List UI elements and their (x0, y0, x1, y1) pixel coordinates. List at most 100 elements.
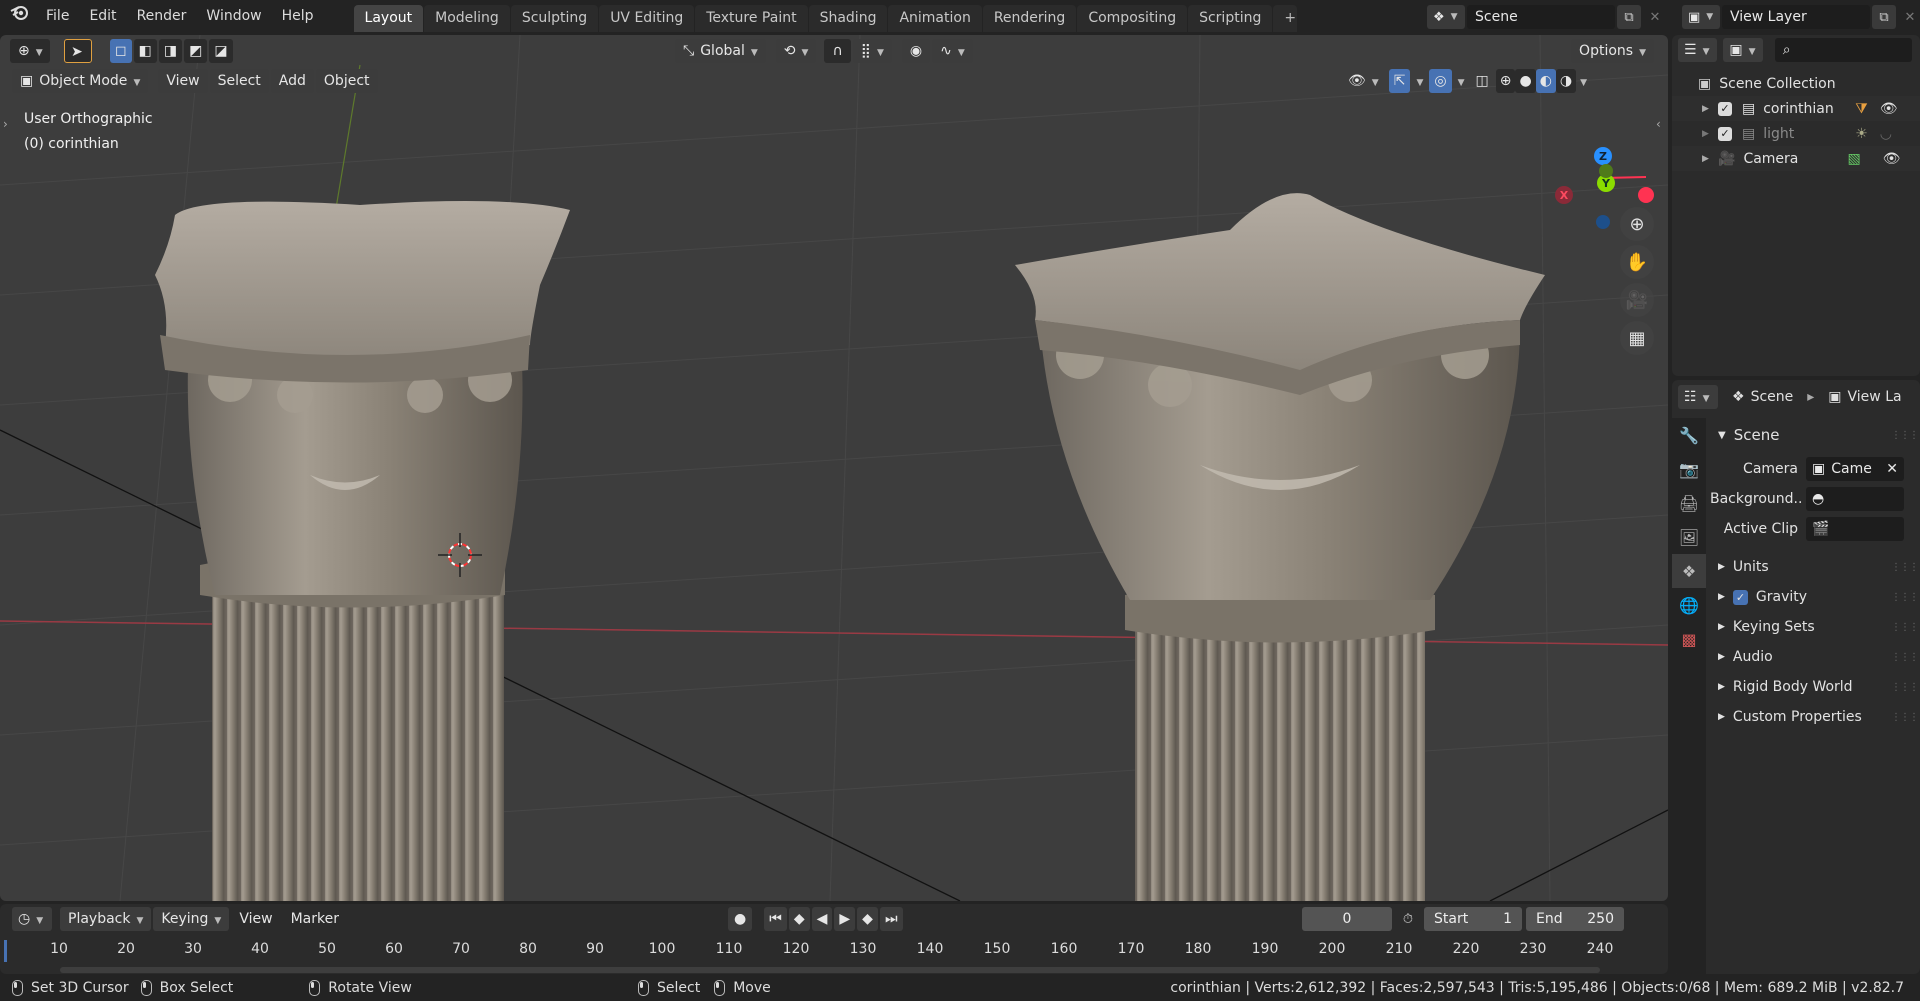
overlay-dropdown[interactable]: ▼ (1454, 69, 1469, 93)
pivot-point-dropdown[interactable]: ⟲ ▼ (775, 39, 817, 63)
menu-view[interactable]: View (158, 69, 208, 93)
outliner-editor-type-button[interactable]: ☰ ▼ (1678, 38, 1718, 62)
delete-view-layer-icon[interactable]: ✕ (1898, 5, 1920, 29)
texture-tab-icon[interactable]: ▩ (1672, 622, 1706, 656)
drag-handle-icon[interactable]: ⋮⋮⋮ (1891, 652, 1919, 663)
select-mode-extend-button[interactable]: ◧ (133, 39, 157, 63)
drag-handle-icon[interactable]: ⋮⋮⋮ (1891, 562, 1919, 573)
background-field[interactable]: ◓ (1806, 487, 1904, 511)
select-tool-button[interactable]: ➤ (64, 39, 92, 63)
drag-handle-icon[interactable]: ⋮⋮⋮ (1891, 430, 1919, 441)
output-tab-icon[interactable]: 🖨 (1672, 486, 1706, 520)
eye-icon[interactable]: 👁 (1883, 151, 1901, 167)
axis-neg-x-icon[interactable] (1638, 187, 1654, 203)
view-layer-name-field[interactable]: View Layer (1722, 5, 1870, 29)
drag-handle-icon[interactable]: ⋮⋮⋮ (1891, 682, 1919, 693)
transform-orientation-dropdown[interactable]: ⤡ Global ▼ (675, 39, 766, 63)
tab-texture-paint[interactable]: Texture Paint (695, 5, 808, 32)
exclude-checkbox[interactable]: ✓ (1718, 126, 1732, 141)
proportional-edit-toggle[interactable]: ◉ (901, 39, 931, 63)
shading-wireframe-button[interactable]: ⊕ (1495, 69, 1516, 93)
ortho-grid-icon[interactable]: ▦ (1620, 321, 1654, 355)
view-layer-tab-icon[interactable]: 🖼 (1672, 520, 1706, 554)
new-view-layer-icon[interactable]: ⧉ (1872, 5, 1896, 29)
scene-collection-row[interactable]: ▣ Scene Collection (1672, 71, 1920, 96)
outliner-item-camera[interactable]: ▶ 🎥 Camera ▧ 👁 (1672, 146, 1920, 171)
shading-rendered-button[interactable]: ◑ (1555, 69, 1577, 93)
tab-layout[interactable]: Layout (353, 5, 424, 32)
add-workspace-icon[interactable]: + (1273, 5, 1298, 32)
editor-type-button[interactable]: ⊕ ▼ (10, 39, 50, 63)
audio-panel-header[interactable]: ▶ Audio ⋮⋮⋮ (1710, 642, 1919, 672)
eye-icon[interactable]: 👁 (1880, 101, 1898, 117)
menu-render[interactable]: Render (127, 0, 197, 35)
keying-sets-panel-header[interactable]: ▶ Keying Sets ⋮⋮⋮ (1710, 612, 1919, 642)
menu-select[interactable]: Select (209, 69, 269, 93)
render-tab-icon[interactable]: 📷 (1672, 452, 1706, 486)
camera-view-icon[interactable]: 🎥 (1620, 283, 1654, 317)
scene-tab-icon[interactable]: ❖ (1672, 554, 1706, 588)
camera-field[interactable]: ▣ Came ✕ (1806, 457, 1904, 481)
falloff-dropdown[interactable]: ∿ ▼ (932, 39, 973, 63)
delete-scene-icon[interactable]: ✕ (1643, 5, 1667, 29)
clear-icon[interactable]: ✕ (1886, 461, 1898, 477)
active-clip-field[interactable]: 🎬 (1806, 517, 1904, 541)
tab-shading[interactable]: Shading (808, 5, 888, 32)
sidebar-toggle-icon[interactable]: ‹ (1656, 117, 1661, 131)
disclosure-triangle-icon[interactable]: ▶ (1702, 129, 1718, 139)
select-mode-subtract-button[interactable]: ◨ (158, 39, 183, 63)
menu-edit[interactable]: Edit (79, 0, 126, 35)
display-mode-dropdown[interactable]: ▣ ▼ (1723, 38, 1763, 62)
tab-uv-editing[interactable]: UV Editing (599, 5, 695, 32)
tool-tab-icon[interactable]: 🔧 (1672, 418, 1706, 452)
options-dropdown[interactable]: Options ▼ (1571, 39, 1654, 63)
world-tab-icon[interactable]: 🌐 (1672, 588, 1706, 622)
zoom-icon[interactable]: ⊕ (1620, 207, 1654, 241)
timeline-ruler[interactable]: 10 20 30 40 50 60 70 80 90 100 110 120 130 140 150 160 1… (0, 904, 1668, 974)
tab-compositing[interactable]: Compositing (1077, 5, 1188, 32)
breadcrumb-scene[interactable]: Scene (1751, 389, 1794, 405)
scene-browse-button[interactable]: ❖ ▼ (1427, 5, 1465, 29)
eye-hidden-icon[interactable]: ◡ (1880, 126, 1892, 142)
custom-properties-panel-header[interactable]: ▶ Custom Properties ⋮⋮⋮ (1710, 702, 1919, 732)
new-scene-icon[interactable]: ⧉ (1617, 5, 1641, 29)
menu-add[interactable]: Add (270, 69, 314, 93)
select-mode-new-button[interactable]: ◻ (110, 39, 132, 63)
tab-scripting[interactable]: Scripting (1188, 5, 1273, 32)
menu-window[interactable]: Window (196, 0, 271, 35)
timeline-scrollbar[interactable] (60, 967, 1600, 973)
scene-panel-header[interactable]: ▼ Scene ⋮⋮⋮ (1710, 420, 1919, 450)
tab-modeling[interactable]: Modeling (424, 5, 510, 32)
menu-help[interactable]: Help (272, 0, 324, 35)
breadcrumb-view-layer[interactable]: View La (1848, 389, 1902, 405)
visibility-dropdown[interactable]: 👁 ▼ (1340, 69, 1387, 93)
select-mode-intersect-button[interactable]: ◪ (209, 39, 233, 63)
gizmo-dropdown[interactable]: ▼ (1412, 69, 1427, 93)
toolbar-toggle-icon[interactable]: › (3, 117, 8, 131)
gravity-checkbox[interactable]: ✓ (1732, 589, 1748, 605)
outliner-item-corinthian[interactable]: ▶ ✓ ▤ corinthian ⧩ 👁 (1672, 96, 1920, 121)
rigid-body-world-panel-header[interactable]: ▶ Rigid Body World ⋮⋮⋮ (1710, 672, 1919, 702)
object-mode-dropdown[interactable]: ▣ Object Mode ▼ (12, 69, 149, 93)
shading-solid-button[interactable]: ● (1515, 69, 1536, 93)
blender-logo-icon[interactable] (0, 0, 36, 35)
shading-material-button[interactable]: ◐ (1535, 69, 1556, 93)
axis-neg-y-icon[interactable] (1599, 164, 1613, 178)
drag-handle-icon[interactable]: ⋮⋮⋮ (1891, 592, 1919, 603)
axis-neg-z-icon[interactable] (1596, 215, 1610, 229)
select-mode-invert-button[interactable]: ◩ (184, 39, 208, 63)
tab-animation[interactable]: Animation (888, 5, 982, 32)
tab-sculpting[interactable]: Sculpting (510, 5, 599, 32)
tab-rendering[interactable]: Rendering (982, 5, 1077, 32)
gravity-panel-header[interactable]: ▶ ✓ Gravity ⋮⋮⋮ (1710, 582, 1919, 612)
overlay-toggle[interactable]: ◎ (1429, 69, 1452, 93)
units-panel-header[interactable]: ▶ Units ⋮⋮⋮ (1710, 552, 1919, 582)
3d-viewport[interactable]: ⊕ ▼ ➤ ◻ ◧ ◨ ◩ ◪ ⤡ Global ▼ ⟲ ▼ ∩ ⣿ ▼ ◉ ∿ ▼ Opt… (0, 35, 1668, 901)
menu-file[interactable]: File (36, 0, 79, 35)
gizmo-toggle[interactable]: ⇱ (1388, 69, 1411, 93)
exclude-checkbox[interactable]: ✓ (1718, 101, 1732, 116)
xray-toggle[interactable]: ◫ (1471, 69, 1494, 93)
disclosure-triangle-icon[interactable]: ▶ (1702, 154, 1718, 164)
pan-hand-icon[interactable]: ✋ (1620, 245, 1654, 279)
menu-object[interactable]: Object (315, 69, 378, 93)
